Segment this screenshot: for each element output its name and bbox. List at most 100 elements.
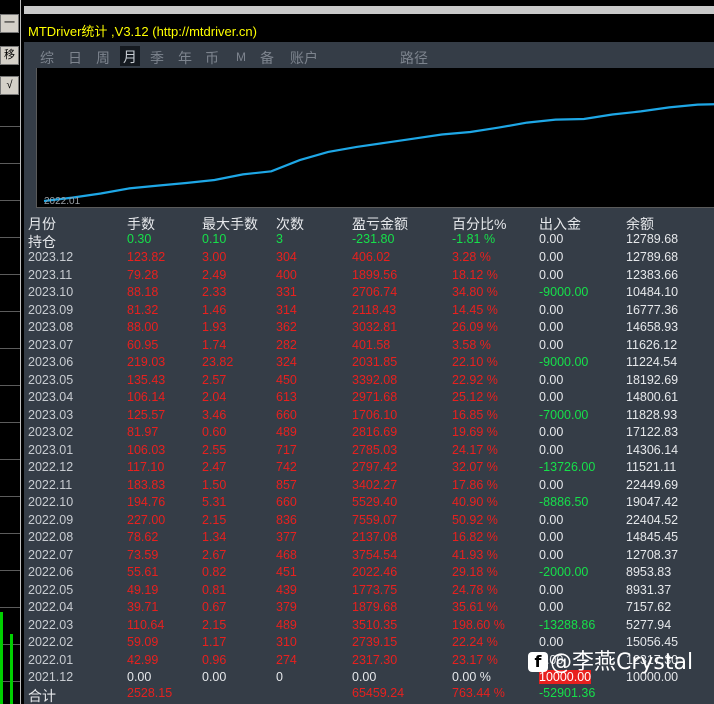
cell-lots: 106.14 (127, 390, 166, 404)
cell-pct: 41.93 % (452, 547, 498, 562)
background-chart-strip: 一 移 √ (0, 0, 24, 704)
tab-path[interactable]: 路径 (400, 48, 428, 68)
table-row: 2023.01 106.03 2.55 717 2785.03 24.17 % 0.00 14… (24, 443, 714, 461)
tab-day[interactable]: 日 (68, 48, 82, 68)
watermark: f @李燕Crystal (528, 644, 693, 676)
cell-max-lots: 2.49 (202, 267, 227, 282)
cell-trades: 489 (276, 617, 297, 632)
background-chart-top (0, 0, 714, 14)
cell-month: 2022.12 (28, 460, 74, 474)
cell-pl: 3510.35 (352, 617, 398, 632)
balance-line (43, 103, 714, 203)
cell-pct: 16.85 % (452, 407, 498, 422)
cell-balance: 22404.52 (626, 512, 679, 527)
cell-max-lots: 1.46 (202, 302, 227, 317)
cell-flow: -8886.50 (539, 495, 589, 509)
cell-pct: 19.69 % (452, 425, 498, 439)
tab-overview[interactable]: 综 (40, 48, 54, 68)
cell-month: 2023.08 (28, 320, 74, 334)
cell-pl: 2785.03 (352, 442, 398, 457)
cell-balance: 17122.83 (626, 425, 679, 439)
tab-magic[interactable]: M (236, 50, 246, 64)
cell-pct: 24.78 % (452, 582, 498, 597)
cell-month: 2023.01 (28, 442, 74, 457)
cell-max-lots: 1.34 (202, 530, 227, 544)
cell-max-lots: 3.46 (202, 407, 227, 422)
cell-flow: 0.00 (539, 530, 564, 544)
tab-notes[interactable]: 备 (260, 48, 274, 68)
cell-pct: 3.28 % (452, 250, 491, 264)
cell-pct: 22.92 % (452, 372, 498, 387)
cell-lots: 88.00 (127, 320, 159, 334)
cell-trades: 857 (276, 477, 297, 492)
cell-pl: 2739.15 (352, 635, 398, 649)
tab-month[interactable]: 月 (120, 46, 140, 66)
cell-pct: 3.58 % (452, 337, 491, 352)
cell-trades: 0 (276, 670, 283, 684)
title-bar[interactable]: MTDriver统计 ,V3.12 (http://mtdriver.cn) (24, 16, 714, 42)
header-pl: 盈亏金额 (352, 216, 408, 232)
cell-pct: 40.90 % (452, 495, 498, 509)
cell-lots: 78.62 (127, 530, 159, 544)
cell-max-lots: 2.15 (202, 617, 227, 632)
balance-chart: 2022.01 (36, 68, 714, 208)
move-button[interactable]: 移 (0, 46, 19, 65)
minimize-button[interactable]: 一 (0, 14, 19, 33)
tab-year[interactable]: 年 (178, 48, 192, 68)
cell-max-lots: 0.81 (202, 582, 227, 597)
check-button[interactable]: √ (0, 76, 19, 95)
cell-pct: 35.61 % (452, 600, 498, 614)
cell-flow: 0.00 (539, 477, 564, 492)
cell-flow: 0.00 (539, 302, 564, 317)
cell-pct: -1.81 % (452, 232, 496, 246)
cell-trades: 439 (276, 582, 297, 597)
cell-pl: 2031.85 (352, 355, 398, 369)
cell-pct: 22.10 % (452, 355, 498, 369)
cell-pct: 25.12 % (452, 390, 498, 404)
cell-pl: 3754.54 (352, 547, 398, 562)
cell-lots: 0.00 (127, 670, 152, 684)
cell-flow: -13726.00 (539, 460, 596, 474)
cell-balance: 19047.42 (626, 495, 679, 509)
tab-currency[interactable]: 币 (205, 48, 219, 68)
header-balance: 余额 (626, 216, 654, 232)
cell-lots: 110.64 (127, 617, 165, 632)
cell-flow: 0.00 (539, 250, 564, 264)
table-row: 2023.05 135.43 2.57 450 3392.08 22.92 % 0.00 18… (24, 373, 714, 391)
cell-max-lots: 2.55 (202, 442, 227, 457)
cell-trades: 450 (276, 372, 297, 387)
cell-pct: 0.00 % (452, 670, 491, 684)
cell-balance: 8953.83 (626, 565, 672, 579)
total-label: 合计 (28, 688, 56, 704)
cell-lots: 59.09 (127, 635, 159, 649)
cell-balance: 11828.93 (626, 407, 678, 422)
cell-trades: 489 (276, 425, 297, 439)
cell-pl: -231.80 (352, 232, 395, 246)
cell-balance: 14800.61 (626, 390, 679, 404)
tab-account[interactable]: 账户 (290, 48, 318, 68)
window-title: MTDriver统计 ,V3.12 (http://mtdriver.cn) (28, 24, 257, 39)
cell-month: 2022.04 (28, 600, 74, 614)
cell-balance: 5277.94 (626, 617, 672, 632)
table-row: 2022.10 194.76 5.31 660 5529.40 40.90 % -8886.… (24, 495, 714, 513)
cell-max-lots: 1.50 (202, 477, 227, 492)
total-row: 合计 2528.15 65459.24 763.44 % -52901.36 (24, 686, 714, 704)
cell-month: 2022.01 (28, 652, 74, 667)
cell-trades: 660 (276, 407, 297, 422)
cell-flow: 0.00 (539, 372, 564, 387)
volume-bar (10, 634, 13, 704)
cell-pct: 17.86 % (452, 477, 498, 492)
cell-month: 2022.02 (28, 635, 74, 649)
table-row: 2023.02 81.97 0.60 489 2816.69 19.69 % 0.00 171… (24, 425, 714, 443)
tab-week[interactable]: 周 (96, 48, 110, 68)
cell-flow: 0.00 (539, 390, 564, 404)
table-row: 2023.12 123.82 3.00 304 406.02 3.28 % 0.00 1278… (24, 250, 714, 268)
cell-max-lots: 0.00 (202, 670, 227, 684)
cell-pl: 2022.46 (352, 565, 398, 579)
table-row: 2022.06 55.61 0.82 451 2022.46 29.18 % -2000.0… (24, 565, 714, 583)
cell-trades: 377 (276, 530, 297, 544)
cell-lots: 81.32 (127, 302, 159, 317)
tab-quarter[interactable]: 季 (150, 48, 164, 68)
cell-month: 2022.09 (28, 512, 74, 527)
position-label: 持仓 (28, 234, 56, 250)
